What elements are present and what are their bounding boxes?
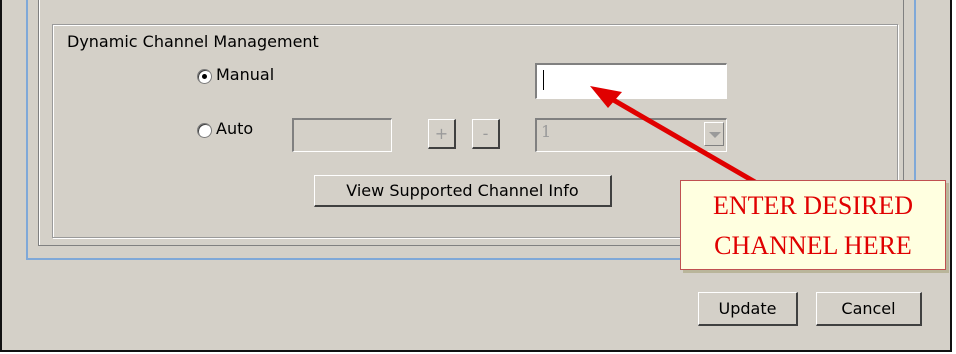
annotation-arrow — [590, 86, 757, 185]
annotation-callout: ENTER DESIRED CHANNEL HERE — [680, 180, 946, 270]
arrow-shaft — [608, 95, 757, 185]
callout-line-2: CHANNEL HERE — [714, 231, 912, 260]
callout-line-1: ENTER DESIRED — [712, 191, 914, 220]
